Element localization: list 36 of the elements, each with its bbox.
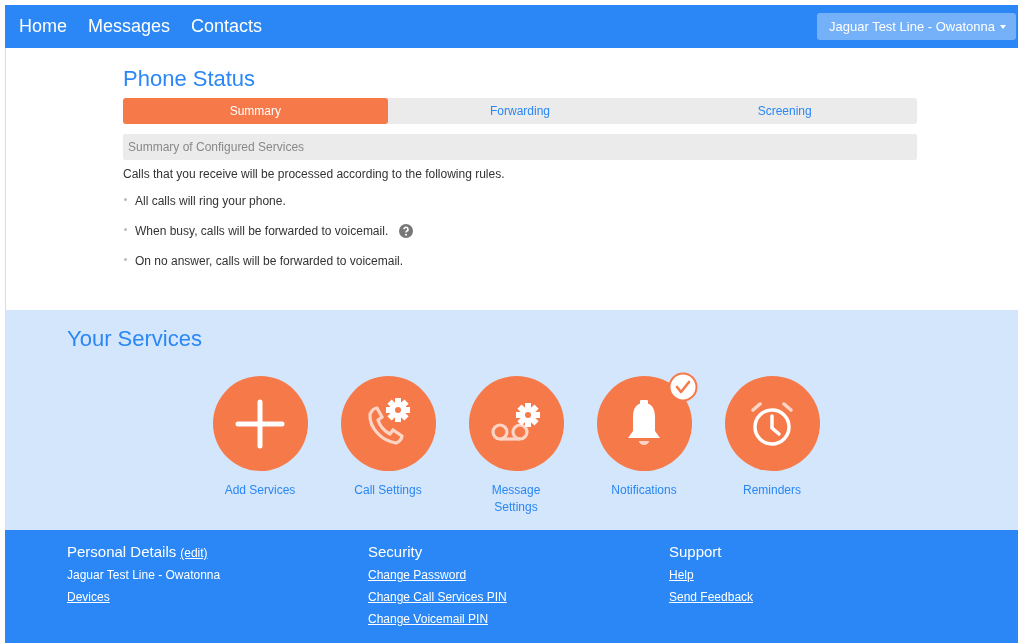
tab[interactable]: Summary [123,98,388,124]
footer-link[interactable]: Change Password [368,568,467,582]
nav-link[interactable]: Messages [88,14,171,39]
footer-link[interactable]: Change Call Services PIN [368,590,507,604]
help-icon[interactable] [399,224,414,238]
footer-heading: Support [669,543,722,560]
rule-text: When busy, calls will be forwarded to voicemail. [135,224,389,238]
plus-icon [234,397,286,450]
caret-icon [1000,24,1006,29]
footer-link[interactable]: Help [669,568,694,582]
edit-link[interactable]: (edit) [180,546,208,560]
section-title: Your Services [67,326,203,352]
service-link[interactable]: Call Settings [354,482,422,499]
footer-heading: Personal Details [67,543,177,560]
account-menu-button[interactable]: Jaguar Test Line - Owatonna [817,13,1016,40]
tab[interactable]: Forwarding [387,98,653,124]
section-header: Summary of Configured Services [123,134,917,160]
footer-link[interactable]: Change Voicemail PIN [368,612,489,626]
service-link[interactable]: Message Settings [475,482,557,516]
service-link[interactable]: Reminders [743,482,801,499]
intro-text: Calls that you receive will be processed according to the following rules. [123,167,506,181]
service-link[interactable]: Notifications [611,482,677,499]
account-name: Jaguar Test Line - Owatonna [67,568,221,582]
footer-heading: Security [368,543,423,560]
page-title: Phone Status [123,66,257,92]
rule-text: On no answer, calls will be forwarded to voicemail. [135,254,404,268]
bullet-icon [124,197,127,201]
service-link[interactable]: Add Services [224,482,296,499]
nav-link[interactable]: Contacts [191,14,263,39]
bullet-icon [124,227,127,231]
footer-link[interactable]: Devices [67,590,110,604]
nav-link[interactable]: Home [19,14,67,39]
rule-text: All calls will ring your phone. [135,194,286,208]
footer-link[interactable]: Send Feedback [669,590,754,604]
tab[interactable]: Screening [652,98,917,124]
bullet-icon [124,257,127,261]
